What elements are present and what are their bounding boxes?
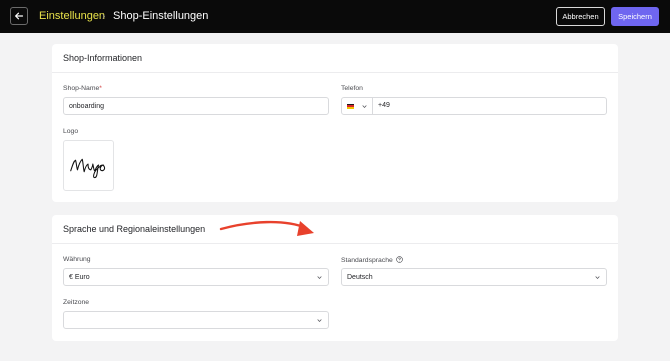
regional-settings-card: Sprache und Regionaleinstellungen Währun… [52,215,618,341]
breadcrumb-separator: › [102,11,106,22]
page-title: Shop-Einstellungen [113,10,209,22]
shop-info-title: Shop-Informationen [63,53,143,63]
logo-label: Logo [63,128,79,135]
chevron-down-icon [362,105,367,109]
shop-name-label: Shop-Name* [63,85,102,92]
currency-label: Währung [63,256,91,263]
language-label: Standardsprache [341,256,403,264]
logo-image [70,158,106,179]
arrow-left-icon [15,12,24,20]
germany-flag-icon [347,103,354,109]
timezone-label: Zeitzone [63,299,90,306]
currency-value: € Euro [69,273,90,281]
language-select[interactable]: Deutsch [341,268,607,286]
help-circle-icon[interactable] [395,256,403,263]
shop-name-value: onboarding [69,102,105,110]
country-code-select[interactable] [342,98,373,114]
phone-input[interactable]: +49 [378,102,390,109]
cancel-button[interactable]: Abbrechen [556,7,605,26]
shop-info-card: Shop-Informationen Shop-Name* onboarding… [52,44,618,202]
shop-name-input[interactable]: onboarding [63,97,329,115]
divider [52,243,618,244]
currency-select[interactable]: € Euro [63,268,329,286]
chevron-down-icon [595,276,600,280]
top-bar: Einstellungen › Shop-Einstellungen Abbre… [0,0,670,33]
breadcrumb-parent[interactable]: Einstellungen [39,9,105,23]
phone-label: Telefon [341,85,363,92]
shop-name-label-text: Shop-Name [63,85,100,92]
save-button[interactable]: Speichern [611,7,659,26]
logo-upload[interactable] [63,140,114,191]
required-marker: * [99,85,102,92]
regional-settings-title: Sprache und Regionaleinstellungen [63,224,206,234]
timezone-select[interactable] [63,311,329,329]
chevron-down-icon [317,319,322,323]
phone-field: +49 [341,97,607,115]
chevron-down-icon [317,276,322,280]
language-value: Deutsch [347,273,373,281]
back-button[interactable] [10,7,28,25]
divider [52,72,618,73]
language-label-text: Standardsprache [341,257,393,264]
